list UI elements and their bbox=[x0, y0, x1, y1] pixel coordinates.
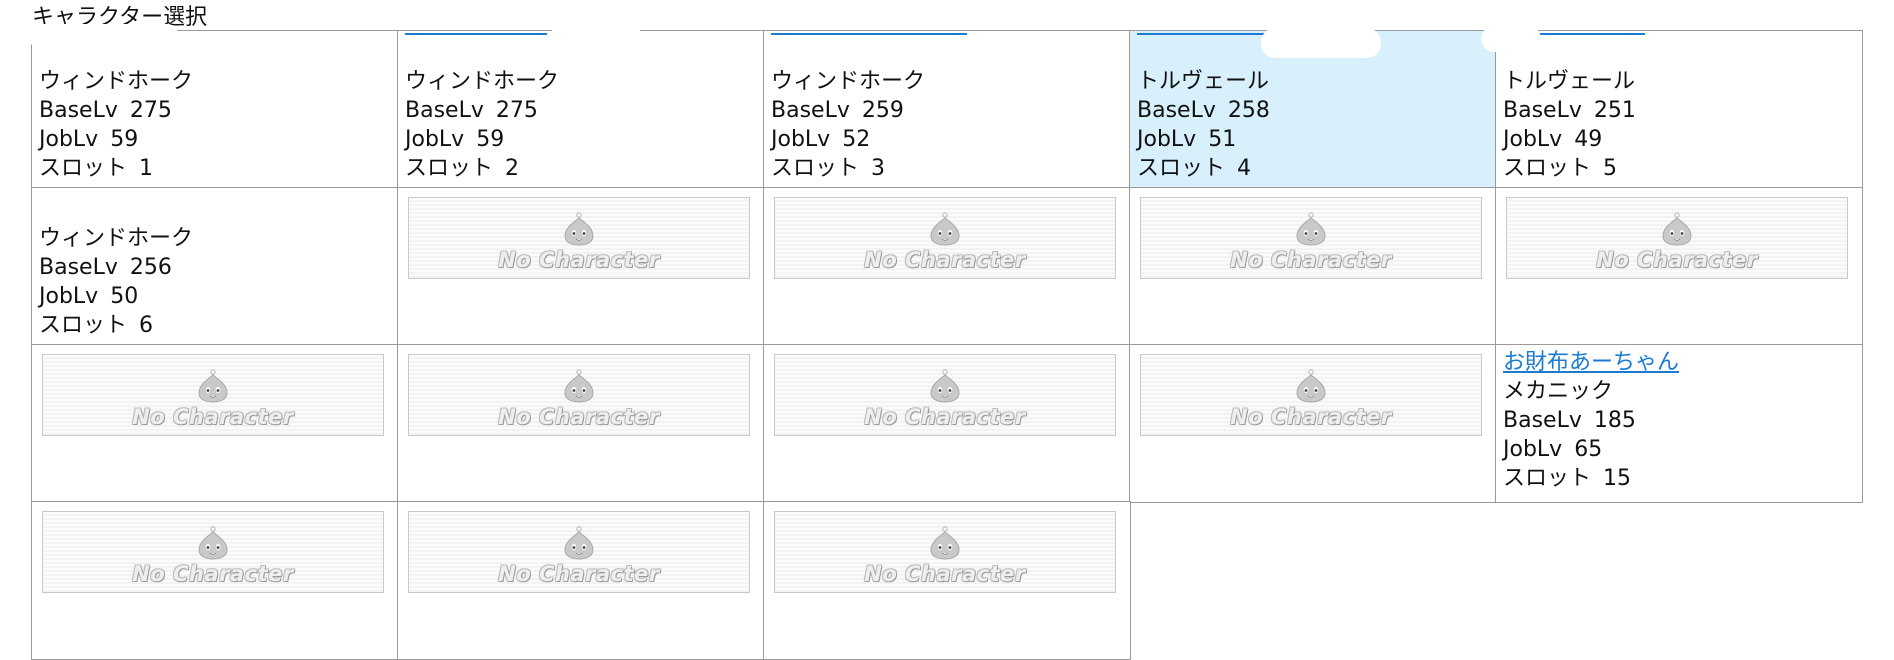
slot-number: スロット 3 bbox=[771, 156, 886, 181]
no-character-label: No Character bbox=[864, 562, 1026, 586]
base-level: BaseLv 258 bbox=[1137, 98, 1270, 123]
empty-slot[interactable]: No Character bbox=[1129, 344, 1497, 503]
no-character-label: No Character bbox=[498, 248, 660, 272]
poring-icon bbox=[198, 369, 228, 403]
job-name: ウィンドホーク bbox=[39, 226, 194, 251]
character-name-link[interactable] bbox=[405, 33, 547, 35]
poring-icon bbox=[564, 369, 594, 403]
job-level: JobLv 50 bbox=[39, 284, 139, 309]
empty-slot[interactable]: No Character bbox=[763, 344, 1131, 503]
no-character-label: No Character bbox=[1596, 248, 1758, 272]
empty-slot[interactable]: No Character bbox=[1129, 187, 1497, 346]
empty-slot[interactable]: No Character bbox=[763, 187, 1131, 346]
character-slot-1[interactable]: ウィンドホーク BaseLv 275 JobLv 59 スロット 1 bbox=[31, 30, 399, 189]
no-character-label: No Character bbox=[132, 562, 294, 586]
no-character-label: No Character bbox=[498, 405, 660, 429]
empty-slot[interactable]: No Character bbox=[397, 187, 765, 346]
base-level: BaseLv 185 bbox=[1503, 408, 1636, 433]
poring-icon bbox=[564, 212, 594, 246]
no-character-placeholder[interactable]: No Character bbox=[42, 511, 384, 593]
no-character-label: No Character bbox=[1230, 248, 1392, 272]
base-level: BaseLv 251 bbox=[1503, 98, 1636, 123]
empty-slot[interactable]: No Character bbox=[397, 501, 765, 660]
no-character-label: No Character bbox=[1230, 405, 1392, 429]
character-slot-6[interactable]: ウィンドホーク BaseLv 256 JobLv 50 スロット 6 bbox=[31, 187, 399, 346]
empty-slot[interactable]: No Character bbox=[31, 501, 399, 660]
poring-icon bbox=[198, 526, 228, 560]
character-grid: ウィンドホーク BaseLv 275 JobLv 59 スロット 1 ウィンドホーク … bbox=[29, 24, 1863, 660]
slot-number: スロット 4 bbox=[1137, 156, 1252, 181]
redaction-mask bbox=[1481, 26, 1541, 52]
poring-icon bbox=[564, 526, 594, 560]
character-slot-2[interactable]: ウィンドホーク BaseLv 275 JobLv 59 スロット 2 bbox=[397, 30, 765, 189]
job-level: JobLv 59 bbox=[405, 127, 505, 152]
job-name: メカニック bbox=[1503, 379, 1614, 404]
job-name: ウィンドホーク bbox=[771, 69, 926, 94]
no-character-label: No Character bbox=[498, 562, 660, 586]
no-character-placeholder[interactable]: No Character bbox=[1140, 354, 1482, 436]
job-name: トルヴェール bbox=[1503, 69, 1636, 94]
character-name-link[interactable] bbox=[771, 33, 967, 35]
poring-icon bbox=[1296, 369, 1326, 403]
poring-icon bbox=[1662, 212, 1692, 246]
no-character-placeholder[interactable]: No Character bbox=[42, 354, 384, 436]
no-character-placeholder[interactable]: No Character bbox=[774, 511, 1116, 593]
empty-slot[interactable]: No Character bbox=[31, 344, 399, 503]
character-name-link[interactable]: お財布あーちゃん bbox=[1503, 349, 1862, 377]
job-name: ウィンドホーク bbox=[405, 69, 560, 94]
slot-number: スロット 2 bbox=[405, 156, 520, 181]
redaction-mask bbox=[551, 24, 641, 46]
empty-slot[interactable]: No Character bbox=[763, 501, 1131, 660]
redaction-mask bbox=[1261, 28, 1381, 58]
slot-number: スロット 1 bbox=[39, 156, 154, 181]
no-character-placeholder[interactable]: No Character bbox=[774, 197, 1116, 279]
poring-icon bbox=[930, 212, 960, 246]
no-character-label: No Character bbox=[864, 405, 1026, 429]
poring-icon bbox=[1296, 212, 1326, 246]
character-slot-15[interactable]: お財布あーちゃん メカニック BaseLv 185 JobLv 65 スロット 15 bbox=[1495, 344, 1863, 503]
no-character-placeholder[interactable]: No Character bbox=[408, 511, 750, 593]
base-level: BaseLv 275 bbox=[405, 98, 538, 123]
base-level: BaseLv 256 bbox=[39, 255, 172, 280]
no-character-placeholder[interactable]: No Character bbox=[1140, 197, 1482, 279]
no-character-placeholder[interactable]: No Character bbox=[408, 354, 750, 436]
slot-number: スロット 5 bbox=[1503, 156, 1618, 181]
job-level: JobLv 65 bbox=[1503, 437, 1603, 462]
no-character-placeholder[interactable]: No Character bbox=[408, 197, 750, 279]
no-character-label: No Character bbox=[864, 248, 1026, 272]
job-name: ウィンドホーク bbox=[39, 69, 194, 94]
character-slot-3[interactable]: ウィンドホーク BaseLv 259 JobLv 52 スロット 3 bbox=[763, 30, 1131, 189]
no-character-label: No Character bbox=[132, 405, 294, 429]
job-level: JobLv 49 bbox=[1503, 127, 1603, 152]
slot-number: スロット 15 bbox=[1503, 466, 1632, 491]
base-level: BaseLv 275 bbox=[39, 98, 172, 123]
job-level: JobLv 51 bbox=[1137, 127, 1237, 152]
redaction-mask bbox=[29, 24, 179, 50]
base-level: BaseLv 259 bbox=[771, 98, 904, 123]
poring-icon bbox=[930, 526, 960, 560]
character-slot-5[interactable]: トルヴェール BaseLv 251 JobLv 49 スロット 5 bbox=[1495, 30, 1863, 189]
job-level: JobLv 59 bbox=[39, 127, 139, 152]
job-name: トルヴェール bbox=[1137, 69, 1270, 94]
empty-slot[interactable]: No Character bbox=[397, 344, 765, 503]
no-character-placeholder[interactable]: No Character bbox=[774, 354, 1116, 436]
poring-icon bbox=[930, 369, 960, 403]
slot-number: スロット 6 bbox=[39, 313, 154, 338]
job-level: JobLv 52 bbox=[771, 127, 871, 152]
empty-slot[interactable]: No Character bbox=[1495, 187, 1863, 346]
no-character-placeholder[interactable]: No Character bbox=[1506, 197, 1848, 279]
